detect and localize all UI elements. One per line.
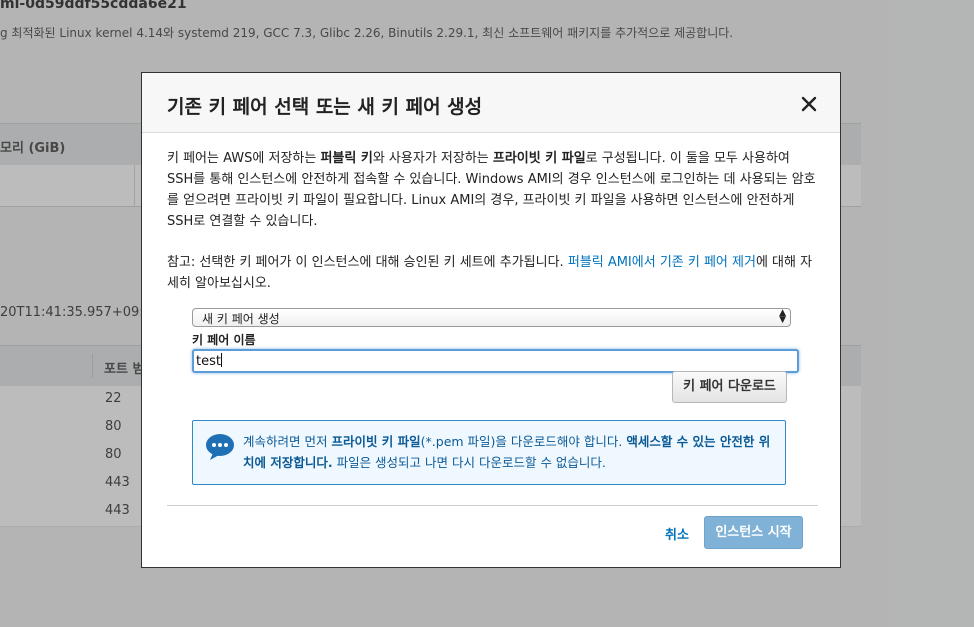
- select-arrows-icon: ▲ ▼: [779, 308, 786, 325]
- remove-key-pair-link[interactable]: 퍼블릭 AMI에서 기존 키 페어 제거: [568, 255, 756, 270]
- dialog-title: 기존 키 페어 선택 또는 새 키 페어 생성: [167, 96, 483, 118]
- note-text: 참고: 선택한 키 페어가 이 인스턴스에 대해 승인된 키 세트에 추가됩니다…: [167, 255, 568, 270]
- download-key-pair-button[interactable]: 키 페어 다운로드: [672, 371, 787, 403]
- info-message: 계속하려면 먼저 프라이빗 키 파일(*.pem 파일)을 다운로드해야 합니다…: [243, 431, 778, 473]
- intro-text: 키 페어는 AWS에 저장하는: [167, 151, 321, 166]
- info-alert: 계속하려면 먼저 프라이빗 키 파일(*.pem 파일)을 다운로드해야 합니다…: [192, 420, 786, 485]
- chat-bubble-icon: [205, 433, 235, 461]
- close-icon[interactable]: [798, 93, 820, 115]
- launch-instance-button[interactable]: 인스턴스 시작: [704, 516, 803, 549]
- key-pair-option-select[interactable]: 새 키 페어 생성 ▲ ▼: [192, 308, 791, 327]
- info-text: 파일은 생성되고 나면 다시 다운로드할 수 없습니다.: [332, 455, 606, 470]
- info-text: 계속하려면 먼저: [243, 434, 332, 449]
- public-key-term: 퍼블릭 키: [320, 151, 373, 166]
- intro-paragraph: 키 페어는 AWS에 저장하는 퍼블릭 키와 사용자가 저장하는 프라이빗 키 …: [167, 148, 817, 232]
- info-text: (*.pem 파일)을 다운로드해야 합니다.: [420, 434, 627, 449]
- key-pair-name-input[interactable]: test: [192, 349, 799, 373]
- select-value: 새 키 페어 생성: [202, 312, 280, 326]
- footer-divider: [167, 505, 818, 506]
- input-value: test: [196, 354, 221, 369]
- info-bold: 프라이빗 키 파일: [331, 434, 421, 449]
- dialog-header: 기존 키 페어 선택 또는 새 키 페어 생성: [142, 73, 840, 133]
- intro-text: 와 사용자가 저장하는: [372, 151, 493, 166]
- text-caret: [220, 353, 222, 367]
- private-key-term: 프라이빗 키 파일: [492, 151, 586, 166]
- key-pair-name-label: 키 페어 이름: [192, 333, 256, 347]
- key-pair-dialog: 기존 키 페어 선택 또는 새 키 페어 생성 키 페어는 AWS에 저장하는 …: [141, 72, 841, 568]
- note-paragraph: 참고: 선택한 키 페어가 이 인스턴스에 대해 승인된 키 세트에 추가됩니다…: [167, 252, 817, 294]
- cancel-button[interactable]: 취소: [665, 524, 689, 543]
- dialog-body: 키 페어는 AWS에 저장하는 퍼블릭 키와 사용자가 저장하는 프라이빗 키 …: [167, 148, 817, 294]
